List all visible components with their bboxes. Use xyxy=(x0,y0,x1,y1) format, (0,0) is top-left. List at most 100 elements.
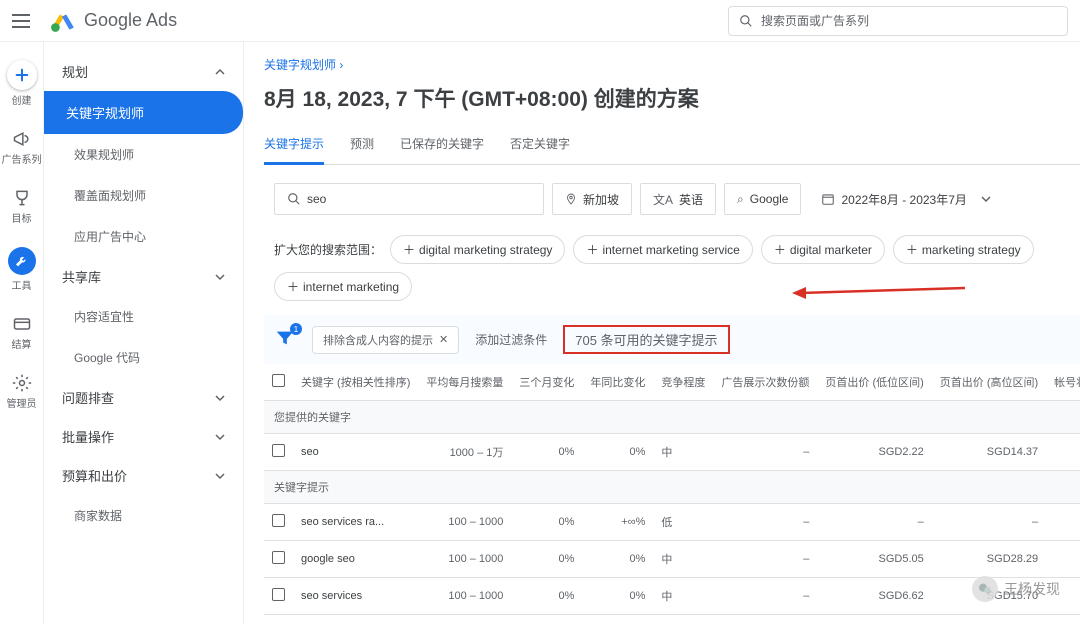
wechat-icon xyxy=(977,581,993,597)
rail-campaigns[interactable]: 广告系列 xyxy=(2,129,42,166)
cell-keyword: google seo xyxy=(293,541,418,578)
breadcrumb[interactable]: 关键字规划师 › xyxy=(264,58,343,72)
date-range-filter[interactable]: 2022年8月 - 2023年7月 xyxy=(809,183,1008,215)
rail-admin[interactable]: 管理员 xyxy=(7,373,37,410)
trophy-icon xyxy=(12,188,32,208)
nav-group-planning[interactable]: 规划 xyxy=(44,52,243,91)
row-checkbox[interactable] xyxy=(272,514,285,527)
cell-bid-high: SGD5.97 xyxy=(932,615,1046,624)
page-title: 8月 18, 2023, 7 下午 (GMT+08:00) 创建的方案 xyxy=(264,83,1080,113)
main-content: 关键字规划师 › 8月 18, 2023, 7 下午 (GMT+08:00) 创… xyxy=(244,42,1080,624)
broaden-chip[interactable]: ＋internet marketing xyxy=(274,272,412,301)
table-row[interactable]: seo services100 – 10000%0%中–SGD6.62SGD15… xyxy=(264,578,1080,615)
google-ads-logo-icon xyxy=(50,8,76,34)
col-keyword[interactable]: 关键字 (按相关性排序) xyxy=(293,364,418,401)
nav-business-data[interactable]: 商家数据 xyxy=(44,495,243,536)
hamburger-menu-icon[interactable] xyxy=(12,9,36,33)
nav-app-hub[interactable]: 应用广告中心 xyxy=(44,216,243,257)
left-rail: 创建 广告系列 目标 工具 结算 管理员 xyxy=(0,42,44,624)
table-row[interactable]: seo1000 – 1万0%0%中–SGD2.22SGD14.37 xyxy=(264,434,1080,471)
cell-yoy: 0% xyxy=(582,578,653,615)
nav-google-tag[interactable]: Google 代码 xyxy=(44,337,243,378)
search-icon xyxy=(287,192,301,206)
cell-bid-low: SGD1.55 xyxy=(817,615,931,624)
row-checkbox[interactable] xyxy=(272,551,285,564)
cell-competition: 中 xyxy=(653,578,713,615)
broaden-chip[interactable]: ＋marketing strategy xyxy=(893,235,1034,264)
network-filter[interactable]: ⌕Google xyxy=(724,183,801,215)
tab-keyword-ideas[interactable]: 关键字提示 xyxy=(264,127,324,165)
col-bid-low[interactable]: 页首出价 (低位区间) xyxy=(817,364,931,401)
col-volume[interactable]: 平均每月搜索量 xyxy=(418,364,511,401)
close-icon[interactable]: ✕ xyxy=(439,333,448,346)
cell-bid-high: SGD28.29 xyxy=(932,541,1046,578)
nav-content-suitability[interactable]: 内容适宜性 xyxy=(44,296,243,337)
network-icon: ⌕ xyxy=(737,192,744,207)
language-filter[interactable]: 文A英语 xyxy=(640,183,716,215)
chevron-down-icon xyxy=(215,272,225,282)
result-count-highlight: 705 条可用的关键字提示 xyxy=(563,325,729,354)
select-all-checkbox[interactable] xyxy=(272,374,285,387)
keyword-search-field[interactable]: seo xyxy=(274,183,544,215)
col-bid-high[interactable]: 页首出价 (高位区间) xyxy=(932,364,1046,401)
filter-count-badge: 1 xyxy=(290,323,302,335)
nav-performance-planner[interactable]: 效果规划师 xyxy=(44,134,243,175)
row-checkbox[interactable] xyxy=(272,444,285,457)
product-name: Google Ads xyxy=(84,10,177,31)
cell-volume: 100 – 1000 xyxy=(418,541,511,578)
add-filter-link[interactable]: 添加过滤条件 xyxy=(475,331,547,348)
tab-saved[interactable]: 已保存的关键字 xyxy=(400,127,484,164)
cell-competition: 低 xyxy=(653,504,713,541)
cell-competition: 中 xyxy=(653,434,713,471)
cell-keyword: backlinks xyxy=(293,615,418,624)
broaden-label: 扩大您的搜索范围： xyxy=(274,241,382,258)
cell-3m: 0% xyxy=(511,578,582,615)
nav-reach-planner[interactable]: 覆盖面规划师 xyxy=(44,175,243,216)
cell-bid-high: SGD14.37 xyxy=(932,434,1046,471)
table-row[interactable]: backlinks100 – 10000%0%中–SGD1.55SGD5.97 xyxy=(264,615,1080,624)
filter-funnel-button[interactable]: 1 xyxy=(274,327,296,352)
create-button[interactable]: 创建 xyxy=(7,60,37,107)
col-yoy[interactable]: 年同比变化 xyxy=(582,364,653,401)
location-filter[interactable]: 新加坡 xyxy=(552,183,632,215)
cell-3m: 0% xyxy=(511,615,582,624)
cell-bid-low: SGD2.22 xyxy=(817,434,931,471)
nav-group-bulk[interactable]: 批量操作 xyxy=(44,417,243,456)
broaden-chip[interactable]: ＋digital marketing strategy xyxy=(390,235,565,264)
watermark: 王杨发现 xyxy=(972,576,1060,602)
rail-billing[interactable]: 结算 xyxy=(12,314,32,351)
cell-competition: 中 xyxy=(653,541,713,578)
col-competition[interactable]: 竞争程度 xyxy=(653,364,713,401)
cell-bid-low: – xyxy=(817,504,931,541)
nav-group-shared[interactable]: 共享库 xyxy=(44,257,243,296)
tab-forecast[interactable]: 预测 xyxy=(350,127,374,164)
broaden-chip[interactable]: ＋digital marketer xyxy=(761,235,885,264)
col-3m[interactable]: 三个月变化 xyxy=(511,364,582,401)
nav-group-troubleshoot[interactable]: 问题排查 xyxy=(44,378,243,417)
language-icon: 文A xyxy=(653,191,673,208)
gear-icon xyxy=(12,373,32,393)
row-checkbox[interactable] xyxy=(272,588,285,601)
rail-tools[interactable]: 工具 xyxy=(8,247,36,292)
cell-impression: – xyxy=(713,504,817,541)
tabs: 关键字提示 预测 已保存的关键字 否定关键字 xyxy=(264,127,1080,165)
search-placeholder: 搜索页面或广告系列 xyxy=(761,12,869,29)
rail-goals[interactable]: 目标 xyxy=(12,188,32,225)
chevron-down-icon xyxy=(981,194,991,204)
cell-volume: 100 – 1000 xyxy=(418,615,511,624)
nav-group-budget[interactable]: 预算和出价 xyxy=(44,456,243,495)
tab-negative[interactable]: 否定关键字 xyxy=(510,127,570,164)
search-icon xyxy=(739,14,753,28)
megaphone-icon xyxy=(12,129,32,149)
col-impression[interactable]: 广告展示次数份额 xyxy=(713,364,817,401)
wrench-icon xyxy=(14,253,30,269)
table-row[interactable]: google seo100 – 10000%0%中–SGD5.05SGD28.2… xyxy=(264,541,1080,578)
table-row[interactable]: seo services ra...100 – 10000%+∞%低––– xyxy=(264,504,1080,541)
col-status[interactable]: 帐号状 xyxy=(1046,364,1080,401)
global-search-input[interactable]: 搜索页面或广告系列 xyxy=(728,6,1068,36)
cell-bid-low: SGD6.62 xyxy=(817,578,931,615)
nav-keyword-planner[interactable]: 关键字规划师 xyxy=(44,91,243,134)
calendar-icon xyxy=(821,192,835,206)
broaden-chip[interactable]: ＋internet marketing service xyxy=(573,235,752,264)
applied-filter-chip[interactable]: 排除含成人内容的提示 ✕ xyxy=(312,326,459,354)
